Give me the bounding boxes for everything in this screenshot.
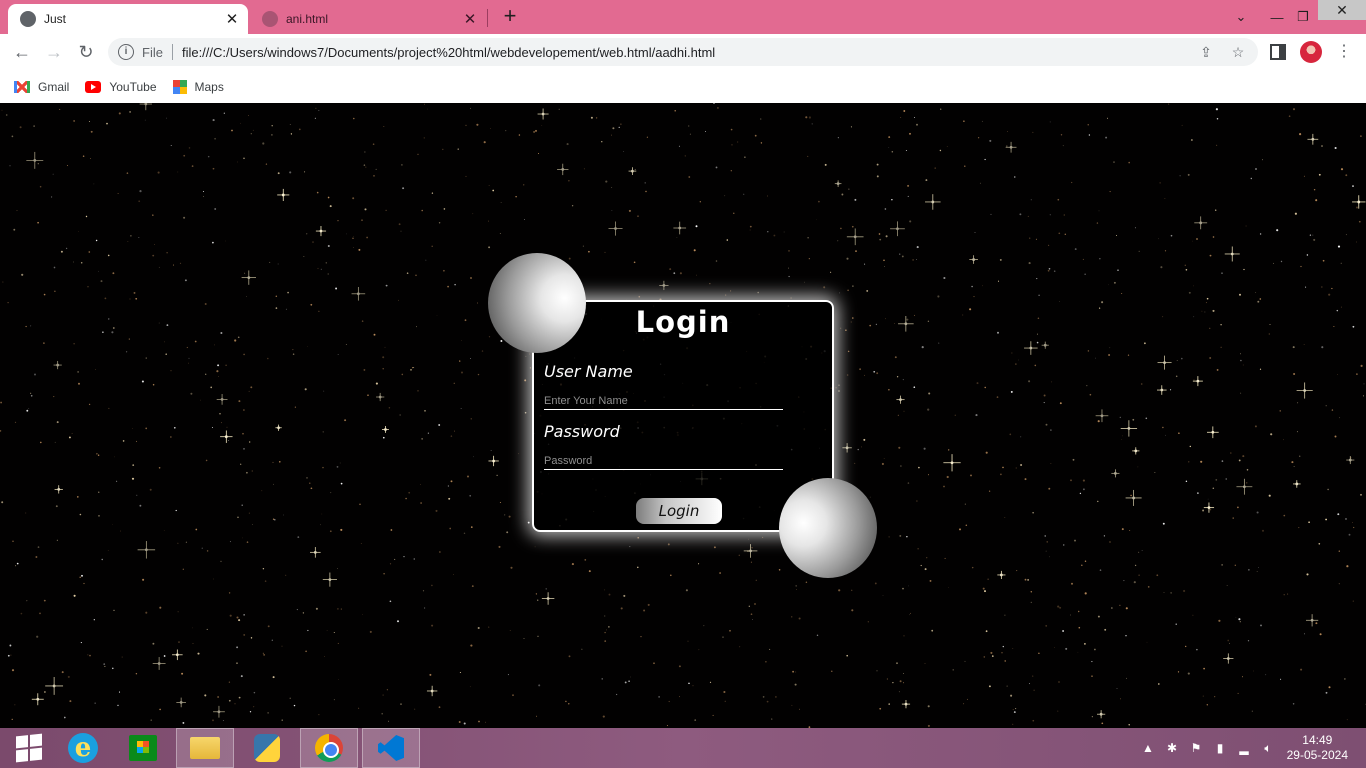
tab-separator (487, 9, 488, 27)
show-hidden-icons-chevron-icon[interactable]: ▲ (1136, 741, 1160, 755)
password-label: Password (544, 422, 620, 441)
taskbar-chrome[interactable] (300, 728, 358, 768)
username-input[interactable] (544, 392, 783, 410)
decorative-orb-top (488, 253, 586, 353)
scheme-label: File (142, 44, 163, 60)
taskbar-file-explorer[interactable] (176, 728, 234, 768)
store-icon (129, 735, 157, 761)
close-tab-icon[interactable]: ✕ (222, 10, 242, 28)
maps-icon (172, 79, 187, 94)
bookmark-label: YouTube (109, 79, 157, 94)
volume-icon[interactable]: 🔈︎ (1256, 741, 1280, 756)
restore-button[interactable]: ❐ (1292, 0, 1314, 34)
tab-title: ani.html (286, 12, 329, 26)
clock-time: 14:49 (1302, 733, 1333, 747)
start-icon (16, 733, 42, 763)
clock-date: 29-05-2024 (1286, 748, 1348, 762)
minimize-button[interactable]: — (1266, 0, 1288, 34)
divider (171, 44, 173, 60)
reload-icon[interactable]: ↻ (74, 40, 98, 64)
vscode-icon (378, 735, 404, 761)
share-icon[interactable]: ⇪ (1194, 44, 1218, 61)
gmail-icon (14, 80, 30, 93)
address-bar[interactable]: i File file:///C:/Users/windows7/Documen… (108, 38, 1258, 66)
bookmarks-bar: Gmail YouTube Maps (0, 70, 1366, 103)
taskbar-store[interactable] (114, 728, 172, 768)
username-label: User Name (544, 362, 633, 381)
system-tray: ▲ ✱ ⚑ ▮ ▂ 🔈︎ (1136, 728, 1280, 768)
new-tab-button[interactable]: + (498, 5, 522, 29)
close-tab-icon[interactable]: ✕ (460, 10, 480, 28)
bookmark-youtube[interactable]: YouTube (85, 79, 157, 94)
youtube-icon (85, 80, 102, 93)
tab-strip: Just ✕ ani.html ✕ + ⌄ — ❐ ✕ (0, 0, 1366, 34)
bookmark-label: Maps (194, 79, 224, 94)
login-button[interactable]: Login (636, 498, 722, 524)
start-button[interactable] (0, 728, 58, 768)
bookmark-maps[interactable]: Maps (172, 79, 224, 94)
decorative-orb-bottom (779, 478, 877, 578)
internet-explorer-icon: e (68, 733, 98, 763)
taskbar-clock[interactable]: 14:49 29-05-2024 (1287, 733, 1348, 763)
python-icon (254, 734, 280, 762)
kebab-menu-icon[interactable]: ⋮ (1336, 40, 1352, 64)
tab-title: Just (44, 12, 67, 26)
bookmark-label: Gmail (38, 79, 70, 94)
tab-just[interactable]: Just ✕ (8, 4, 248, 34)
info-icon[interactable]: i (118, 44, 134, 60)
taskbar-internet-explorer[interactable]: e (54, 728, 112, 768)
url-text[interactable]: file:///C:/Users/windows7/Documents/proj… (182, 45, 1194, 60)
side-panel-icon[interactable] (1270, 44, 1286, 60)
tab-search-chevron-icon[interactable]: ⌄ (1228, 0, 1254, 34)
bluetooth-icon[interactable]: ✱ (1160, 741, 1184, 755)
battery-icon[interactable]: ▮ (1208, 741, 1232, 755)
globe-icon (20, 11, 36, 27)
tab-ani-html[interactable]: ani.html ✕ (250, 4, 486, 34)
action-center-flag-icon[interactable]: ⚑ (1184, 741, 1208, 755)
profile-avatar[interactable] (1300, 41, 1322, 63)
globe-icon (262, 11, 278, 27)
bookmark-gmail[interactable]: Gmail (14, 80, 69, 94)
taskbar-python[interactable] (238, 728, 296, 768)
starfield-page: Login User Name Password Login (0, 103, 1366, 728)
file-explorer-icon (190, 737, 220, 759)
taskbar-vscode[interactable] (362, 728, 420, 768)
forward-arrow-icon[interactable]: → (42, 40, 66, 64)
password-input[interactable] (544, 452, 783, 470)
chrome-icon (315, 734, 343, 762)
browser-toolbar: ← → ↻ i File file:///C:/Users/windows7/D… (0, 34, 1366, 70)
windows-taskbar: e ▲ ✱ ⚑ ▮ ▂ 🔈︎ 14:49 29-05-2024 (0, 728, 1366, 768)
close-window-button[interactable]: ✕ (1318, 0, 1366, 20)
network-icon[interactable]: ▂ (1232, 741, 1256, 755)
back-arrow-icon[interactable]: ← (10, 40, 34, 64)
bookmark-star-icon[interactable]: ☆ (1226, 44, 1250, 61)
